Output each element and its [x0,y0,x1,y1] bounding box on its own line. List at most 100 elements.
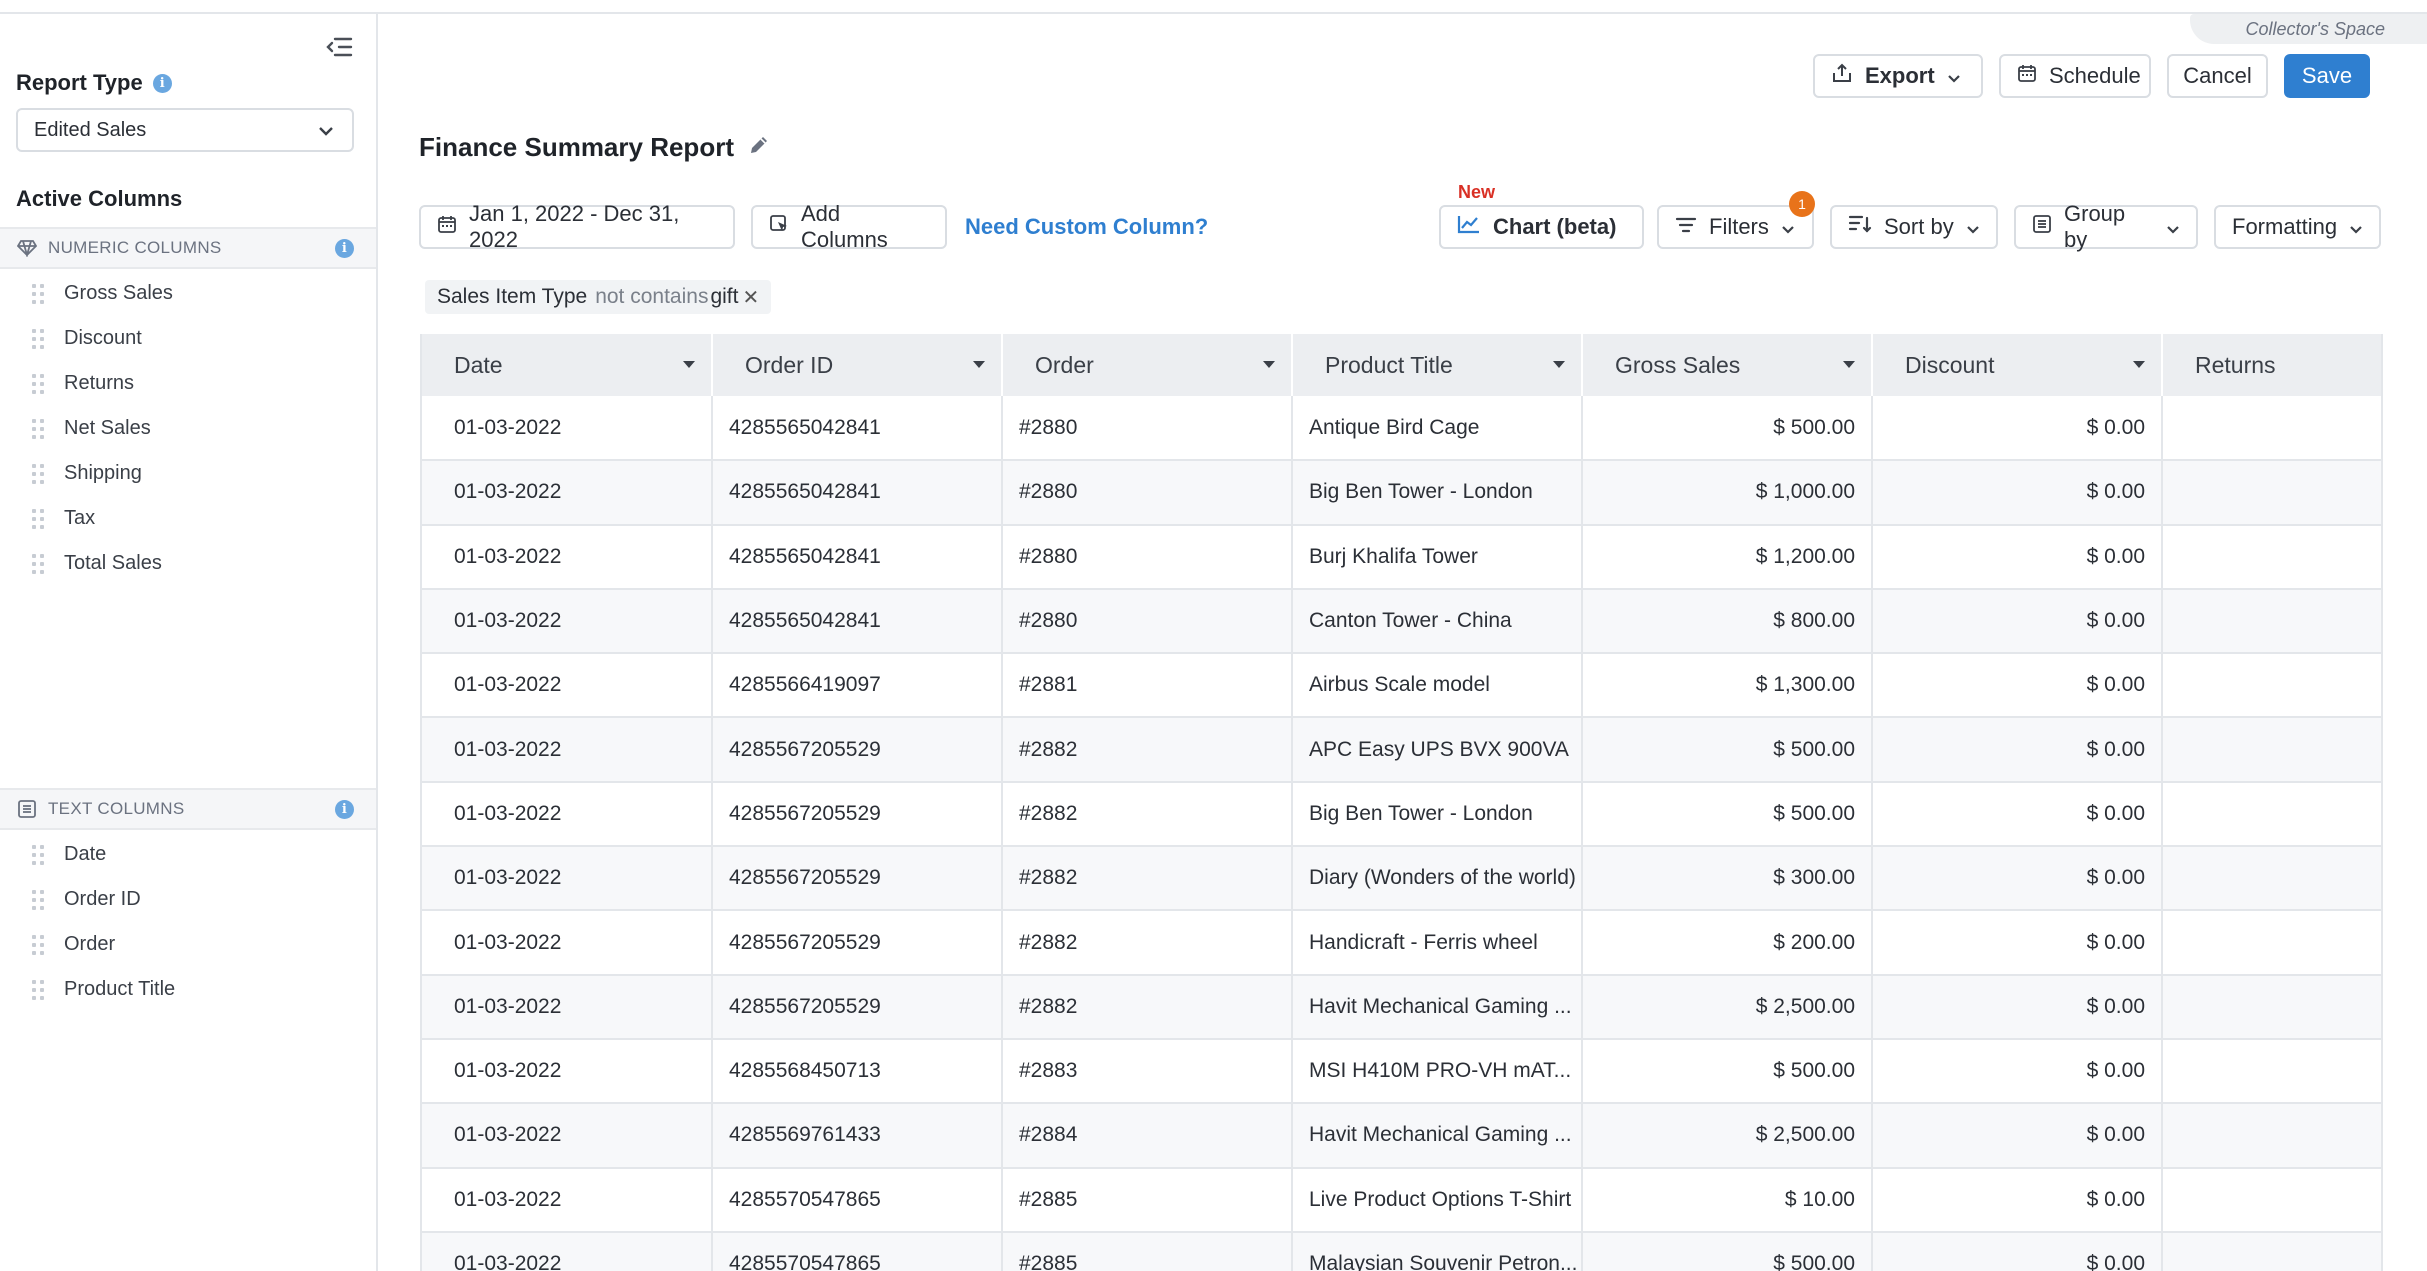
drag-handle-icon[interactable] [32,844,44,865]
cell-product-title: Live Product Options T-Shirt [1292,1167,1583,1233]
text-columns-list: Date Order ID Order Product Title [0,832,376,1012]
calendar-icon [437,214,457,240]
active-columns-heading: Active Columns [16,186,183,211]
cell-returns [2162,1231,2381,1271]
cell-discount: $ 0.00 [1872,524,2163,590]
numeric-column-discount[interactable]: Discount [0,316,376,361]
sort-caret-icon[interactable] [973,361,985,368]
chart-beta-button[interactable]: Chart (beta) [1439,205,1644,249]
sort-caret-icon[interactable] [1263,361,1275,368]
line-chart-icon [1457,214,1481,240]
save-button[interactable]: Save [2284,54,2370,98]
sort-by-button[interactable]: Sort by [1830,205,1998,249]
edit-pencil-icon[interactable] [748,132,770,163]
table-row[interactable]: 01-03-2022 4285568450713 #2883 MSI H410M PR… [422,1038,2381,1105]
report-type-select[interactable]: Edited Sales [16,108,354,152]
drag-handle-icon[interactable] [32,508,44,529]
table-row[interactable]: 01-03-2022 4285567205529 #2882 Handicraft -… [422,910,2381,976]
table-row[interactable]: 01-03-2022 4285567205529 #2882 Big Ben Towe… [422,781,2381,848]
column-header-discount[interactable]: Discount [1872,334,2163,396]
save-label: Save [2301,63,2353,88]
column-label: Total Sales [64,552,162,574]
text-column-product-title[interactable]: Product Title [0,967,376,1012]
cell-order-id: 4285568450713 [712,1038,1003,1105]
table-row[interactable]: 01-03-2022 4285565042841 #2880 Antique Bird… [422,396,2381,462]
group-by-button[interactable]: Group by [2014,201,2198,252]
table-row[interactable]: 01-03-2022 4285570547865 #2885 Malaysian So… [422,1231,2381,1271]
cell-gross-sales: $ 500.00 [1582,781,1873,848]
chevron-down-icon [1966,214,1980,240]
cell-discount: $ 0.00 [1872,717,2163,783]
cell-returns [2162,974,2381,1040]
cancel-button[interactable]: Cancel [2167,54,2268,98]
page-title: Finance Summary Report [419,132,770,163]
formatting-button[interactable]: Formatting [2214,205,2381,249]
filters-button[interactable]: Filters [1657,205,1814,249]
sort-caret-icon[interactable] [1553,361,1565,368]
text-column-date[interactable]: Date [0,832,376,877]
column-label: Order [64,933,116,955]
numeric-columns-info-icon[interactable]: i [335,238,354,258]
table-row[interactable]: 01-03-2022 4285567205529 #2882 APC Easy UPS… [422,717,2381,783]
column-header-label: Gross Sales [1615,351,1741,378]
numeric-column-returns[interactable]: Returns [0,361,376,406]
table-row[interactable]: 01-03-2022 4285569761433 #2884 Havit Mechan… [422,1103,2381,1169]
column-header-order[interactable]: Order [1002,334,1293,396]
sort-caret-icon[interactable] [2133,361,2145,368]
drag-handle-icon[interactable] [32,463,44,484]
cell-product-title: APC Easy UPS BVX 900VA [1292,717,1583,783]
drag-handle-icon[interactable] [32,889,44,910]
add-columns-button[interactable]: Add Columns [751,201,947,252]
remove-filter-icon[interactable]: ✕ [742,285,759,310]
custom-column-link[interactable]: Need Custom Column? [965,214,1208,240]
export-button[interactable]: Export [1813,54,1983,98]
report-type-info-icon[interactable]: i [152,73,172,93]
column-label: Product Title [64,978,176,1000]
drag-handle-icon[interactable] [32,979,44,1000]
table-row[interactable]: 01-03-2022 4285567205529 #2882 Havit Mechan… [422,974,2381,1040]
sort-caret-icon[interactable] [683,361,695,368]
column-header-date[interactable]: Date [422,334,713,396]
numeric-column-total-sales[interactable]: Total Sales [0,541,376,586]
table-row[interactable]: 01-03-2022 4285566419097 #2881 Airbus Scale… [422,653,2381,719]
column-header-gross-sales[interactable]: Gross Sales [1582,334,1873,396]
cell-order-id: 4285569761433 [712,1103,1003,1169]
column-header-returns[interactable]: Returns [2162,334,2381,396]
sort-caret-icon[interactable] [1843,361,1855,368]
table-row[interactable]: 01-03-2022 4285565042841 #2880 Burj Khalifa… [422,524,2381,590]
numeric-column-gross-sales[interactable]: Gross Sales [0,271,376,316]
cell-order: #2884 [1002,1103,1293,1169]
cell-date: 01-03-2022 [422,460,713,526]
text-columns-info-icon[interactable]: i [335,799,354,819]
table-row[interactable]: 01-03-2022 4285565042841 #2880 Canton Tower… [422,588,2381,655]
cell-order-id: 4285567205529 [712,781,1003,848]
calendar-icon [2017,63,2037,89]
drag-handle-icon[interactable] [32,553,44,574]
drag-handle-icon[interactable] [32,418,44,439]
table-row[interactable]: 01-03-2022 4285565042841 #2880 Big Ben Towe… [422,460,2381,526]
drag-handle-icon[interactable] [32,373,44,394]
column-header-product-title[interactable]: Product Title [1292,334,1583,396]
collapse-sidebar-button[interactable] [322,32,356,66]
cell-order-id: 4285565042841 [712,396,1003,462]
table-row[interactable]: 01-03-2022 4285570547865 #2885 Live Product… [422,1167,2381,1233]
cell-order-id: 4285567205529 [712,846,1003,912]
numeric-column-shipping[interactable]: Shipping [0,451,376,496]
drag-handle-icon[interactable] [32,283,44,304]
cell-discount: $ 0.00 [1872,653,2163,719]
numeric-column-net-sales[interactable]: Net Sales [0,406,376,451]
cell-discount: $ 0.00 [1872,910,2163,976]
drag-handle-icon[interactable] [32,328,44,349]
table-row[interactable]: 01-03-2022 4285567205529 #2882 Diary (Wonde… [422,846,2381,912]
column-header-order-id[interactable]: Order ID [712,334,1003,396]
cell-date: 01-03-2022 [422,1167,713,1233]
numeric-column-tax[interactable]: Tax [0,496,376,541]
cell-gross-sales: $ 1,300.00 [1582,653,1873,719]
cell-product-title: Havit Mechanical Gaming ... [1292,1103,1583,1169]
date-range-button[interactable]: Jan 1, 2022 - Dec 31, 2022 [419,201,735,252]
drag-handle-icon[interactable] [32,934,44,955]
cell-order-id: 4285570547865 [712,1167,1003,1233]
text-column-order-id[interactable]: Order ID [0,877,376,922]
schedule-button[interactable]: Schedule [1999,54,2151,98]
text-column-order[interactable]: Order [0,922,376,967]
